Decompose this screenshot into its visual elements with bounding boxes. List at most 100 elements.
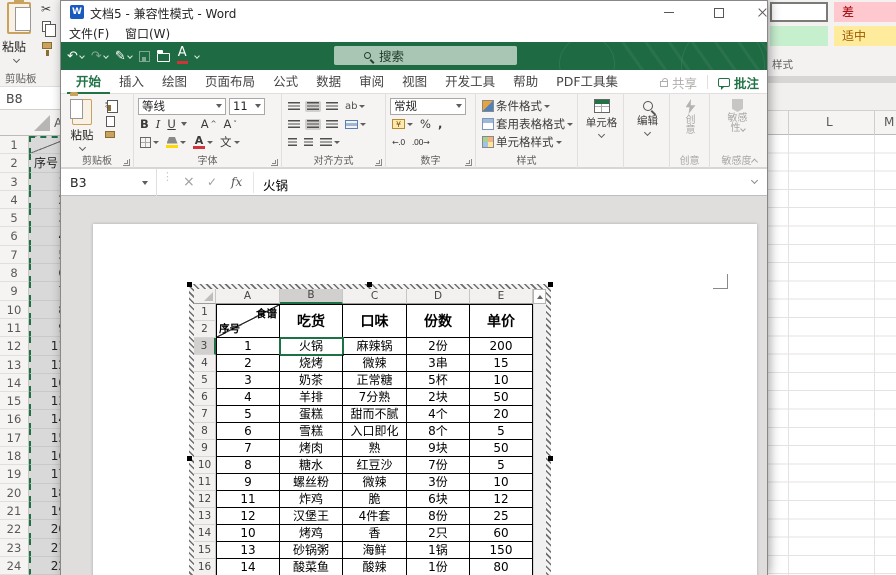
bg-row-number[interactable]: 20: [0, 483, 29, 502]
save-button[interactable]: [138, 50, 150, 62]
insert-function-icon[interactable]: fx: [231, 175, 242, 189]
cell-taste[interactable]: 红豆沙: [343, 457, 407, 474]
cell-taste[interactable]: 熟: [343, 440, 407, 457]
embedded-excel-object[interactable]: ABCDE 1 2 食谱 序号 吃货 口味 份数 单价 3 1 火锅 麻辣锅 2…: [187, 282, 553, 575]
cancel-icon[interactable]: ×: [183, 174, 195, 190]
bg-row-number[interactable]: 18: [0, 447, 29, 466]
select-all-corner[interactable]: [34, 115, 50, 131]
row-number[interactable]: 6: [194, 389, 216, 406]
bg-row-number[interactable]: 24: [0, 556, 29, 575]
font-color-button[interactable]: A: [176, 46, 188, 64]
cell-qty[interactable]: 6块: [407, 491, 470, 508]
cell-price[interactable]: 80: [470, 559, 533, 575]
bg-row-number[interactable]: 4: [0, 190, 29, 210]
formula-value[interactable]: 火锅: [263, 175, 288, 194]
ribbon-tab[interactable]: 数据: [307, 70, 350, 94]
cell-qty[interactable]: 9块: [407, 440, 470, 457]
cell-style-neutral[interactable]: 适中: [834, 26, 896, 46]
bg-column-l-header[interactable]: L: [826, 115, 833, 129]
row-number[interactable]: 11: [194, 474, 216, 491]
column-header[interactable]: A: [216, 289, 280, 304]
cell-seq[interactable]: 1: [216, 338, 280, 355]
row-number[interactable]: 16: [194, 559, 216, 575]
bg-row-number[interactable]: 14: [0, 373, 29, 393]
cell-food[interactable]: 雪糕: [280, 423, 343, 440]
bg-cell[interactable]: 序号: [29, 154, 60, 173]
bg-cell[interactable]: 15: [29, 428, 60, 448]
cell-qty[interactable]: 8份: [407, 508, 470, 525]
cell-taste[interactable]: 正常糖: [343, 372, 407, 389]
document-page[interactable]: ABCDE 1 2 食谱 序号 吃货 口味 份数 单价 3 1 火锅 麻辣锅 2…: [93, 224, 757, 575]
row-number[interactable]: 7: [194, 406, 216, 423]
cell-food[interactable]: 糖水: [280, 457, 343, 474]
cell-taste[interactable]: 微辣: [343, 355, 407, 372]
cell-price[interactable]: 60: [470, 525, 533, 542]
bg-cell[interactable]: 4: [29, 227, 60, 246]
scrollbar-track[interactable]: [533, 304, 546, 575]
phonetic-guide-button[interactable]: 文: [218, 133, 242, 151]
open-folder-button[interactable]: [156, 50, 170, 62]
cell-price[interactable]: 20: [470, 406, 533, 423]
bg-row-number[interactable]: 7: [0, 245, 29, 265]
bg-row-number[interactable]: 2: [0, 154, 29, 173]
underline-options-icon[interactable]: [180, 122, 187, 126]
bg-cell[interactable]: 8: [29, 300, 60, 319]
cell-seq[interactable]: 8: [216, 457, 280, 474]
ribbon-tab[interactable]: 视图: [393, 70, 436, 94]
cell-qty[interactable]: 2只: [407, 525, 470, 542]
shrink-font-button[interactable]: A ˅: [221, 116, 238, 132]
resize-handle[interactable]: [367, 282, 372, 287]
cell-styles-button[interactable]: 单元格样式: [480, 134, 564, 150]
resize-handle[interactable]: [187, 456, 192, 461]
copy-icon[interactable]: [42, 21, 56, 37]
cell-qty[interactable]: 7份: [407, 457, 470, 474]
underline-button[interactable]: U: [165, 116, 177, 132]
bg-cell[interactable]: [29, 136, 60, 155]
dialog-launcher-icon[interactable]: [375, 159, 382, 166]
cell-seq[interactable]: 6: [216, 423, 280, 440]
copy-icon[interactable]: [106, 116, 115, 127]
cell-seq[interactable]: 14: [216, 559, 280, 575]
cell-qty[interactable]: 1锅: [407, 542, 470, 559]
bg-row-number[interactable]: 11: [0, 318, 29, 338]
cell-food[interactable]: 炸鸡: [280, 491, 343, 508]
share-button[interactable]: 共享: [659, 73, 697, 92]
cell-food[interactable]: 烤肉: [280, 440, 343, 457]
ribbon-tab[interactable]: 开始: [67, 70, 111, 94]
chevron-down-icon[interactable]: [12, 55, 21, 64]
fill-color-button[interactable]: [164, 136, 188, 149]
cell-taste[interactable]: 酸辣: [343, 559, 407, 575]
cell-taste[interactable]: 4件套: [343, 508, 407, 525]
resize-handle[interactable]: [548, 282, 553, 287]
column-header[interactable]: B: [280, 289, 343, 304]
bg-row-number[interactable]: 17: [0, 428, 29, 448]
bg-cell[interactable]: 12: [29, 355, 60, 374]
accounting-format-button[interactable]: ¥: [390, 118, 415, 130]
cell-qty[interactable]: 4个: [407, 406, 470, 423]
row-number[interactable]: 13: [194, 508, 216, 525]
cell-taste[interactable]: 海鲜: [343, 542, 407, 559]
comments-button[interactable]: 批注: [717, 73, 759, 92]
bg-column-m-header[interactable]: M: [884, 115, 894, 129]
bg-cell[interactable]: 17: [29, 465, 60, 484]
bold-button[interactable]: B: [138, 116, 151, 132]
menu-window[interactable]: 窗口(W): [125, 25, 170, 42]
orientation-button[interactable]: ab: [343, 100, 367, 113]
name-box[interactable]: B3: [61, 169, 157, 196]
cell-price[interactable]: 50: [470, 440, 533, 457]
cell-style-good[interactable]: [770, 26, 828, 46]
cell-seq[interactable]: 11: [216, 491, 280, 508]
close-button[interactable]: [745, 1, 781, 23]
font-name-select[interactable]: 等线: [138, 97, 226, 115]
sheet-select-all[interactable]: [194, 289, 216, 304]
format-painter-icon[interactable]: [42, 42, 52, 56]
bg-row-number[interactable]: 22: [0, 520, 29, 539]
table-header-cell[interactable]: 份数: [407, 304, 470, 338]
cell-qty[interactable]: 2份: [407, 338, 470, 355]
cell-price[interactable]: 10: [470, 372, 533, 389]
title-bar[interactable]: W 文档5 - 兼容性模式 - Word: [61, 1, 767, 23]
align-left-button[interactable]: [286, 119, 302, 130]
percent-style-button[interactable]: %: [418, 116, 433, 132]
table-header-cell[interactable]: 口味: [343, 304, 407, 338]
cell-price[interactable]: 25: [470, 508, 533, 525]
